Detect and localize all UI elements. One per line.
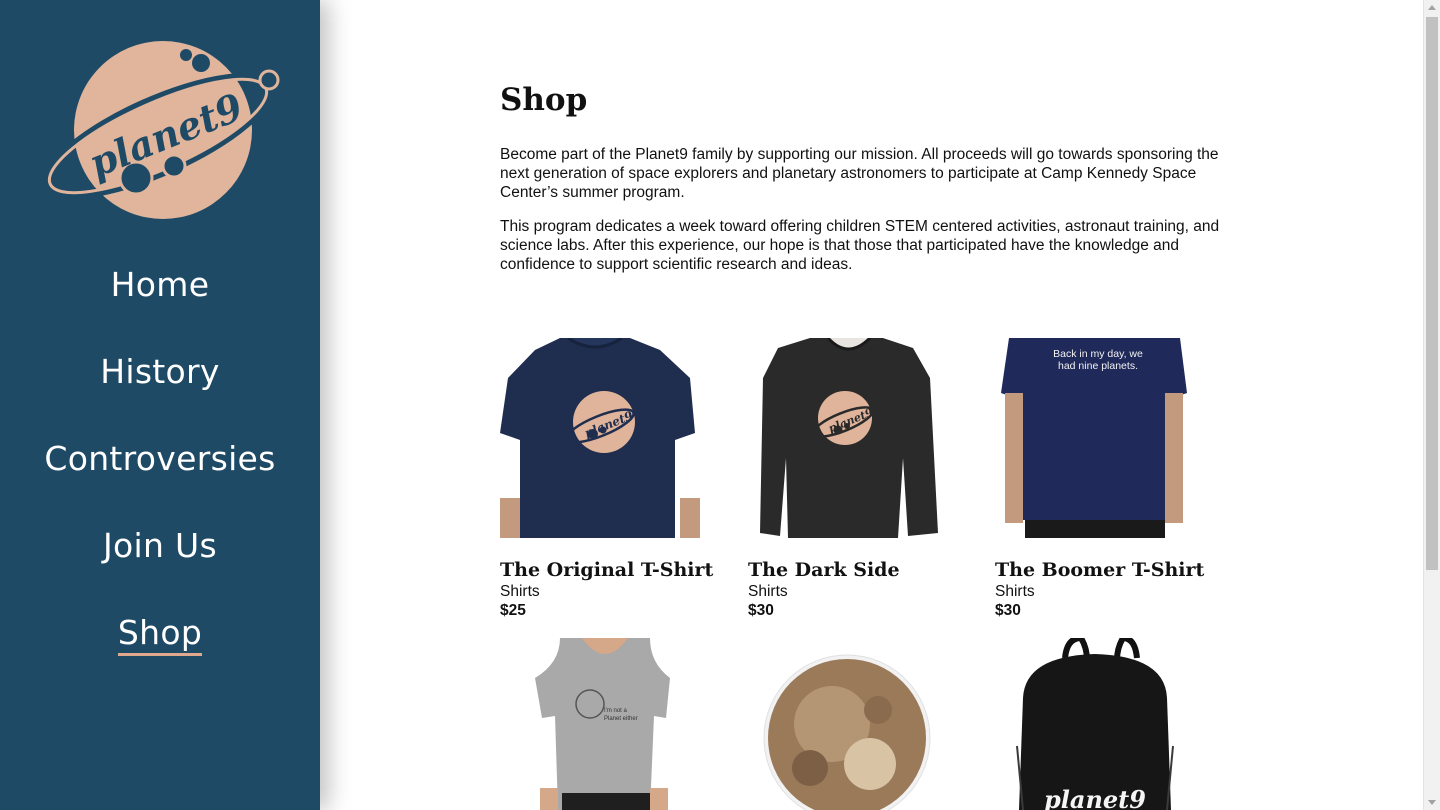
product-name[interactable]: The Original T-Shirt bbox=[500, 558, 713, 582]
nav-controversies-label: Controversies bbox=[44, 439, 276, 478]
product-category: Shirts bbox=[995, 583, 1035, 600]
product-card[interactable]: planet9 The Dark Side Shirts $30 bbox=[748, 338, 958, 620]
main-nav: Home History Controversies Join Us Shop bbox=[0, 262, 320, 697]
svg-text:planet9: planet9 bbox=[1044, 785, 1146, 810]
product-category: Shirts bbox=[500, 583, 540, 600]
nav-history[interactable]: History bbox=[0, 349, 320, 436]
product-image-text: Back in my day, we bbox=[1053, 348, 1143, 360]
nav-history-label: History bbox=[100, 352, 220, 391]
nav-join-us[interactable]: Join Us bbox=[0, 523, 320, 610]
product-image[interactable]: Back in my day, we had nine planets. bbox=[995, 338, 1205, 538]
svg-text:had nine planets.: had nine planets. bbox=[1058, 360, 1138, 372]
intro: Become part of the Planet9 family by sup… bbox=[500, 145, 1240, 289]
product-price: $25 bbox=[500, 602, 526, 619]
scrollbar-thumb[interactable] bbox=[1426, 17, 1438, 570]
product-card[interactable] bbox=[748, 638, 958, 810]
product-image[interactable]: planet9 bbox=[995, 638, 1205, 810]
product-name[interactable]: The Dark Side bbox=[748, 558, 958, 582]
product-image[interactable] bbox=[748, 638, 958, 810]
sidebar: planet9 Home History Controversies Join … bbox=[0, 0, 320, 810]
scroll-up-arrow-icon[interactable] bbox=[1428, 5, 1436, 10]
page-title: Shop bbox=[500, 82, 588, 118]
main-content: Shop Become part of the Planet9 family b… bbox=[500, 0, 1240, 810]
planet9-logo[interactable]: planet9 bbox=[38, 38, 282, 224]
intro-paragraph: This program dedicates a week toward off… bbox=[500, 218, 1220, 273]
product-name[interactable]: The Boomer T-Shirt bbox=[995, 558, 1205, 582]
product-card[interactable]: planet9 The Original T-Shirt Shirts $25 bbox=[500, 338, 713, 620]
nav-shop-label: Shop bbox=[117, 613, 203, 656]
intro-paragraph: Become part of the Planet9 family by sup… bbox=[500, 146, 1219, 201]
nav-join-us-label: Join Us bbox=[103, 526, 217, 565]
svg-text:Planet either: Planet either bbox=[604, 716, 638, 722]
product-image[interactable]: planet9 bbox=[748, 338, 958, 538]
product-price: $30 bbox=[748, 602, 774, 619]
nav-home[interactable]: Home bbox=[0, 262, 320, 349]
nav-controversies[interactable]: Controversies bbox=[0, 436, 320, 523]
product-card[interactable]: I'm not a Planet either bbox=[500, 638, 710, 810]
product-image[interactable]: planet9 bbox=[500, 338, 710, 538]
svg-text:I'm not a: I'm not a bbox=[604, 708, 627, 714]
product-category: Shirts bbox=[748, 583, 788, 600]
product-card[interactable]: Back in my day, we had nine planets. The… bbox=[995, 338, 1205, 620]
nav-shop[interactable]: Shop bbox=[0, 610, 320, 697]
product-image[interactable]: I'm not a Planet either bbox=[500, 638, 710, 810]
scrollbar[interactable] bbox=[1423, 0, 1440, 810]
product-card[interactable]: planet9 bbox=[995, 638, 1205, 810]
scroll-down-arrow-icon[interactable] bbox=[1428, 800, 1436, 805]
product-price: $30 bbox=[995, 602, 1021, 619]
nav-home-label: Home bbox=[110, 265, 210, 304]
